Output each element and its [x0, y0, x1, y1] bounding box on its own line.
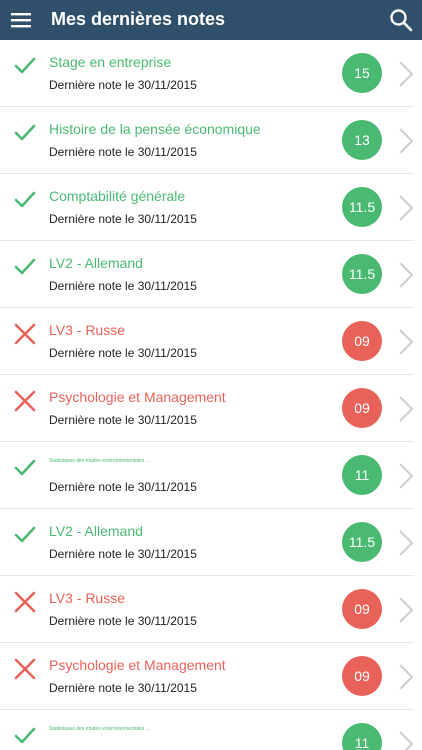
check-icon	[14, 727, 36, 744]
grade-badge: 09	[342, 589, 382, 629]
page-title: Mes dernières notes	[51, 9, 226, 29]
chevron-right-icon	[399, 262, 414, 288]
check-icon	[14, 459, 36, 476]
chevron-right-icon	[399, 597, 414, 623]
last-note-date: Dernière note le 30/11/2015	[49, 145, 197, 159]
check-icon	[14, 124, 36, 141]
hamburger-menu-icon	[11, 13, 31, 28]
cross-icon	[14, 323, 36, 345]
check-icon	[14, 191, 36, 208]
cross-icon	[14, 591, 36, 613]
grade-badge: 15	[342, 53, 382, 93]
course-name: LV3 - Russe	[49, 590, 125, 606]
course-name: Stage en entreprise	[49, 54, 172, 70]
chevron-right-icon	[399, 396, 414, 422]
last-note-date: Dernière note le 30/11/2015	[49, 212, 197, 226]
chevron-right-icon	[399, 61, 414, 87]
chevron-right-icon	[399, 195, 414, 221]
course-name: Statistiques des études environnementale…	[49, 726, 150, 732]
course-name: LV3 - Russe	[49, 322, 125, 338]
cross-icon	[14, 658, 36, 680]
chevron-right-icon	[399, 463, 414, 489]
grade-badge: 11	[342, 455, 382, 495]
grade-badge: 13	[342, 120, 382, 160]
search-button[interactable]	[386, 5, 416, 35]
list-item[interactable]: Histoire de la pensée économique Dernière…	[0, 107, 414, 174]
course-name: LV2 - Allemand	[49, 255, 143, 271]
course-name: Psychologie et Management	[49, 657, 226, 673]
chevron-right-icon	[399, 128, 414, 154]
grade-badge: 09	[342, 388, 382, 428]
list-item[interactable]: Statistiques des études environnementale…	[0, 710, 414, 750]
list-item[interactable]: Psychologie et Management Dernière note l…	[0, 643, 414, 710]
chevron-right-icon	[399, 329, 414, 355]
course-name: Histoire de la pensée économique	[49, 121, 261, 137]
notes-list: Stage en entreprise Dernière note le 30/1…	[0, 40, 422, 750]
last-note-date: Dernière note le 30/11/2015	[49, 413, 197, 427]
list-item[interactable]: Stage en entreprise Dernière note le 30/1…	[0, 40, 414, 107]
chevron-right-icon	[399, 530, 414, 556]
chevron-right-icon	[399, 731, 414, 750]
grade-badge: 11.5	[342, 522, 382, 562]
last-note-date: Dernière note le 30/11/2015	[49, 279, 197, 293]
app-screen: Mes dernières notes Stage en entreprise D…	[0, 0, 422, 750]
list-item[interactable]: LV3 - Russe Dernière note le 30/11/2015 09	[0, 576, 414, 643]
course-name: Comptabilité générale	[49, 188, 186, 204]
check-icon	[14, 57, 36, 74]
last-note-date: Dernière note le 30/11/2015	[49, 480, 197, 494]
grade-badge: 09	[342, 321, 382, 361]
check-icon	[14, 258, 36, 275]
grade-badge: 11.5	[342, 187, 382, 227]
check-icon	[14, 526, 36, 543]
list-item[interactable]: Statistiques des études environnementale…	[0, 442, 414, 509]
search-icon	[390, 9, 413, 32]
list-item[interactable]: LV3 - Russe Dernière note le 30/11/2015 09	[0, 308, 414, 375]
course-name: Psychologie et Management	[49, 389, 226, 405]
list-item[interactable]: LV2 - Allemand Dernière note le 30/11/201…	[0, 509, 414, 576]
cross-icon	[14, 390, 36, 412]
course-name: Statistiques des études environnementale…	[49, 458, 150, 464]
list-item[interactable]: Comptabilité générale Dernière note le 30…	[0, 174, 414, 241]
app-header: Mes dernières notes	[0, 0, 422, 40]
chevron-right-icon	[399, 664, 414, 690]
last-note-date: Dernière note le 30/11/2015	[49, 614, 197, 628]
menu-button[interactable]	[6, 6, 36, 34]
last-note-date: Dernière note le 30/11/2015	[49, 78, 197, 92]
grade-badge: 11.5	[342, 254, 382, 294]
list-item[interactable]: Psychologie et Management Dernière note l…	[0, 375, 414, 442]
last-note-date: Dernière note le 30/11/2015	[49, 681, 197, 695]
grade-badge: 09	[342, 656, 382, 696]
grade-badge: 11	[342, 723, 382, 750]
last-note-date: Dernière note le 30/11/2015	[49, 346, 197, 360]
course-name: LV2 - Allemand	[49, 523, 143, 539]
last-note-date: Dernière note le 30/11/2015	[49, 547, 197, 561]
list-item[interactable]: LV2 - Allemand Dernière note le 30/11/201…	[0, 241, 414, 308]
